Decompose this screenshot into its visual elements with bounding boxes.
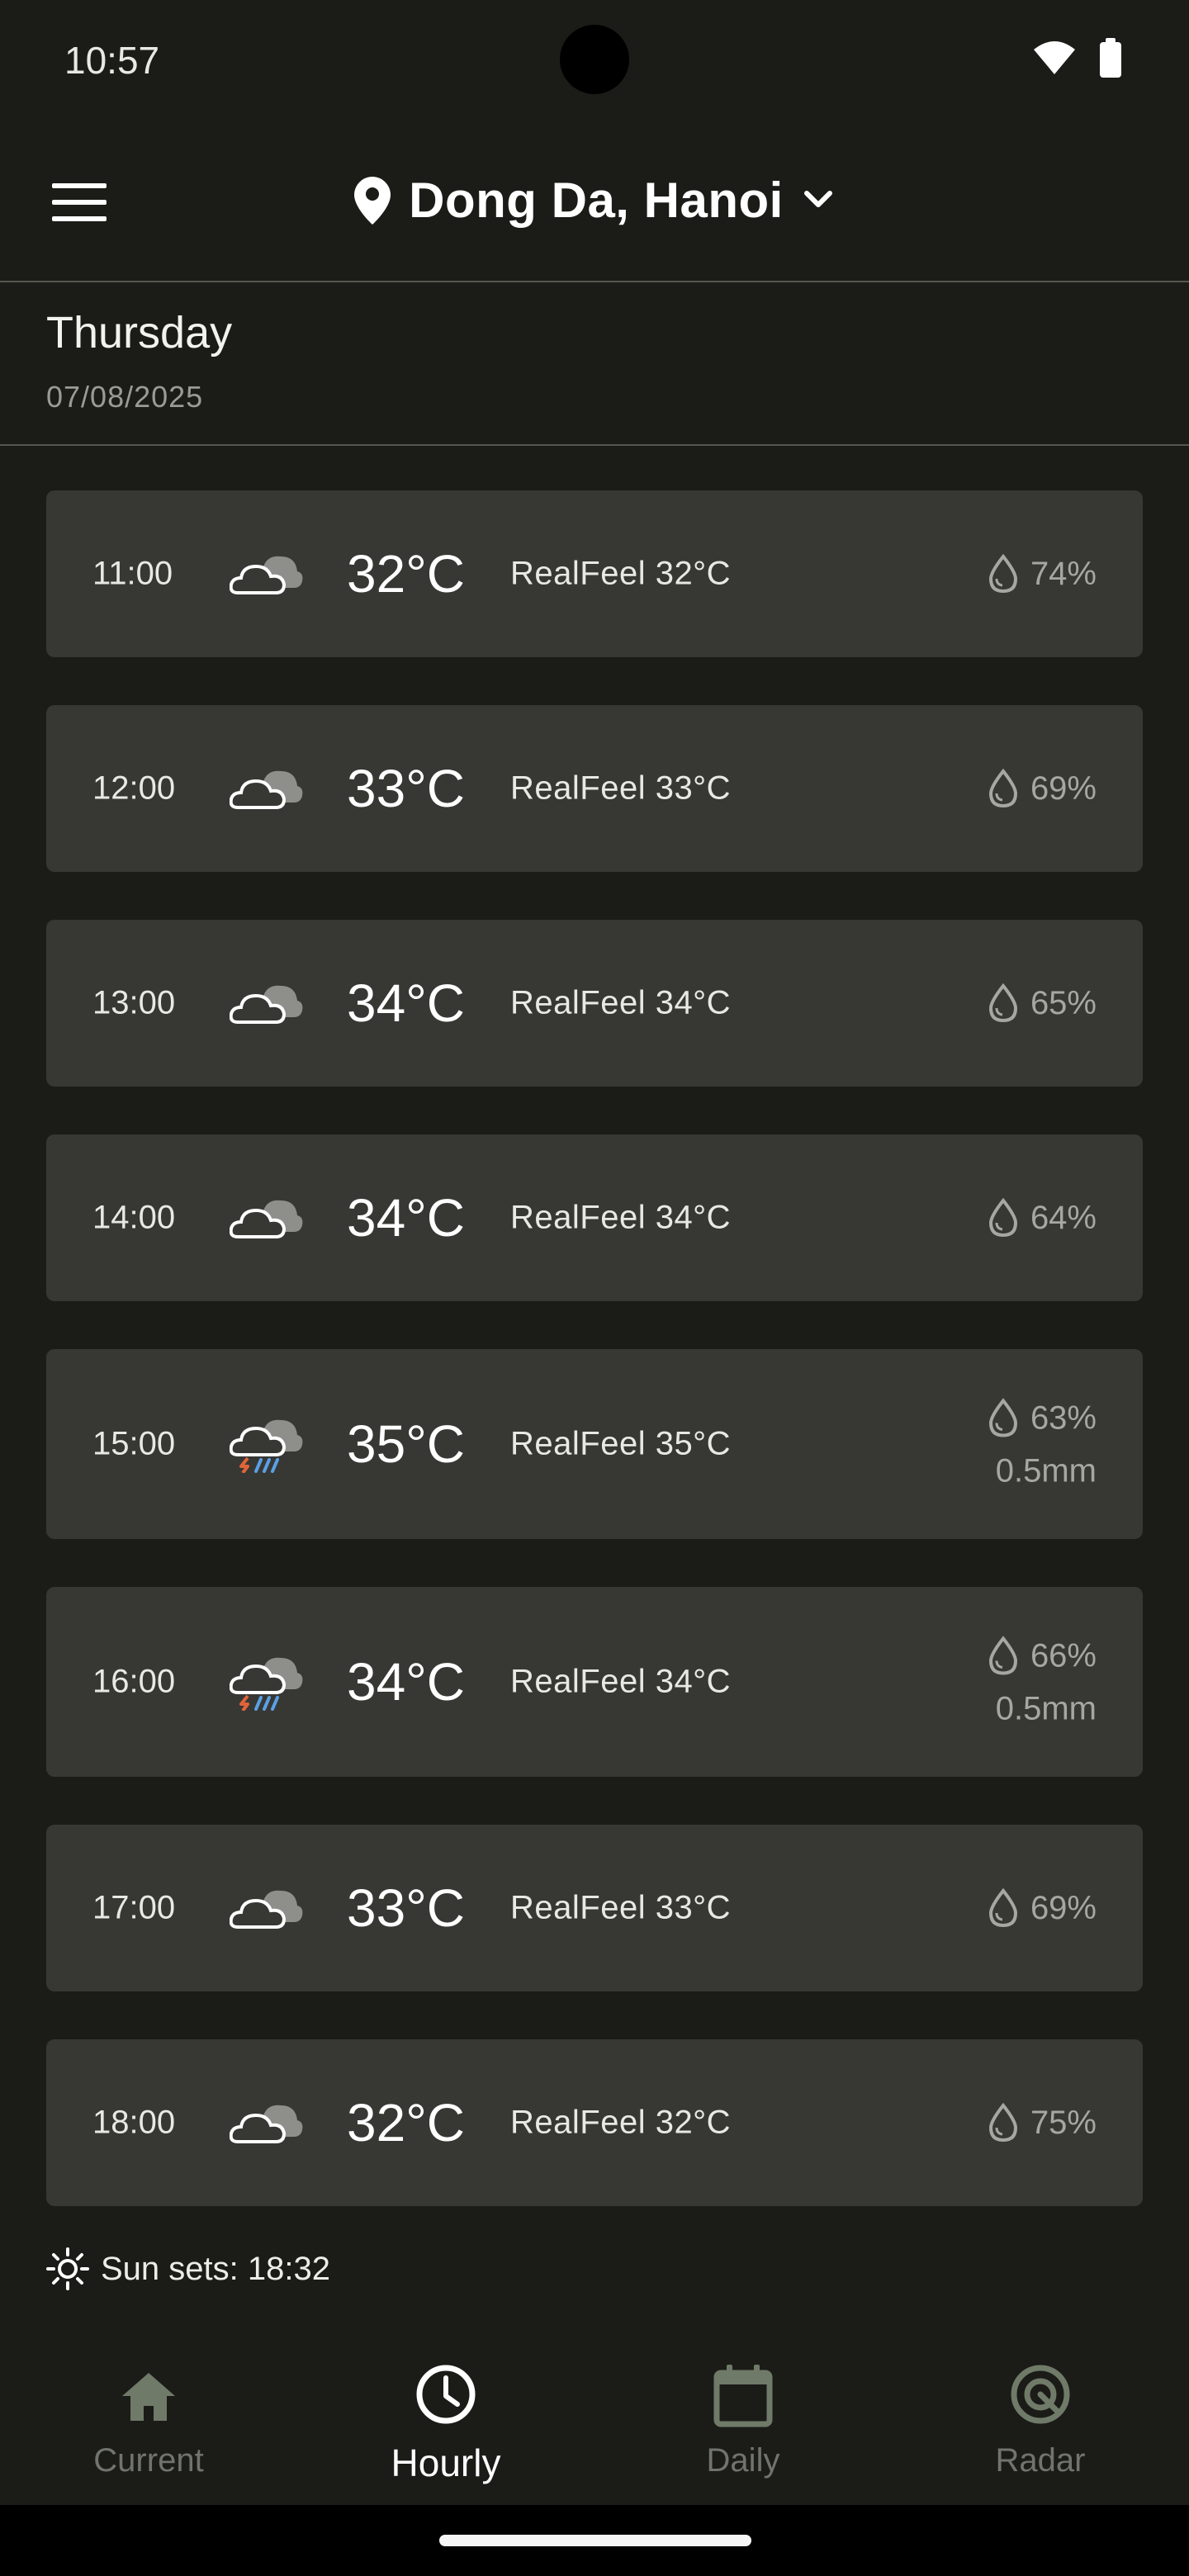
humidity-drop-icon [988,2103,1017,2143]
hour-realfeel: RealFeel 34°C [510,984,732,1021]
hour-precipitation: 0.5mm [995,1690,1097,1727]
nav-item-daily[interactable]: Daily [594,2361,892,2479]
hour-realfeel: RealFeel 33°C [510,769,732,807]
battery-icon [1100,38,1121,78]
chevron-down-icon [803,190,832,207]
cloudy-icon [230,770,303,809]
humidity-drop-icon [988,1888,1017,1928]
hour-time: 13:00 [92,984,176,1021]
hour-time: 12:00 [92,769,176,807]
status-bar: 10:57 [0,0,1189,124]
hour-time: 17:00 [92,1889,176,1926]
hour-time: 11:00 [92,555,173,592]
sunset-text: Sun sets: 18:32 [101,2250,330,2287]
status-icons [1032,38,1123,78]
day-header: Thursday 07/08/2025 [0,282,1189,446]
nav-label-daily: Daily [706,2442,780,2479]
sun-icon [46,2247,89,2290]
sunset-info: Sun sets: 18:32 [46,2247,330,2290]
radar-icon [1011,2365,1070,2424]
home-gesture-bar[interactable] [439,2535,751,2546]
hour-card[interactable]: 15:00 35°C RealFeel 35°C 63% 0.5mm [46,1349,1143,1539]
bottom-navigation: Current Hourly Daily Radar [0,2337,1189,2505]
hour-card[interactable]: 12:00 33°C RealFeel 33°C 69% [46,705,1143,872]
hour-humidity: 65% [1030,984,1097,1021]
cloudy-icon [230,985,303,1024]
gesture-area [0,2505,1189,2576]
hour-card[interactable]: 13:00 34°C RealFeel 34°C 65% [46,920,1143,1087]
hour-humidity: 69% [1030,769,1097,807]
hour-precipitation: 0.5mm [995,1452,1097,1489]
hour-temperature: 32°C [347,544,465,604]
thunderstorm-rain-icon [230,1419,303,1473]
status-time: 10:57 [64,39,160,82]
humidity-drop-icon [988,554,1017,594]
hour-time: 14:00 [92,1199,176,1236]
camera-cutout [560,25,629,94]
nav-item-hourly[interactable]: Hourly [297,2361,594,2485]
thunderstorm-rain-icon [230,1657,303,1711]
hour-temperature: 35°C [347,1414,465,1474]
hour-humidity: 64% [1030,1199,1097,1236]
hour-humidity: 75% [1030,2104,1097,2141]
hour-realfeel: RealFeel 32°C [510,555,732,592]
humidity-drop-icon [988,769,1017,808]
cloudy-icon [230,556,303,594]
nav-item-radar[interactable]: Radar [892,2361,1189,2479]
humidity-drop-icon [988,1636,1017,1675]
location-name: Dong Da, Hanoi [409,173,784,228]
day-date: 07/08/2025 [46,380,204,414]
wifi-icon [1034,41,1075,74]
hour-humidity: 66% [1030,1637,1097,1674]
hourly-list[interactable]: 11:00 32°C RealFeel 32°C 74% 12:00 33°C … [46,490,1143,2254]
nav-label-hourly: Hourly [391,2441,501,2484]
home-icon [122,2373,175,2421]
location-pin-icon [354,176,391,225]
hour-time: 16:00 [92,1663,176,1700]
hour-temperature: 34°C [347,973,465,1033]
hour-temperature: 34°C [347,1188,465,1248]
hour-card[interactable]: 17:00 33°C RealFeel 33°C 69% [46,1825,1143,1991]
cloudy-icon [230,1890,303,1929]
hour-humidity: 74% [1030,555,1097,592]
hour-realfeel: RealFeel 34°C [510,1199,732,1236]
hour-temperature: 32°C [347,2093,465,2152]
clock-icon [416,2365,476,2424]
hour-time: 18:00 [92,2104,176,2141]
cloudy-icon [230,1200,303,1238]
cloudy-icon [230,2105,303,2143]
hour-realfeel: RealFeel 33°C [510,1889,732,1926]
hour-temperature: 33°C [347,1878,465,1938]
nav-label-radar: Radar [995,2442,1086,2479]
hour-time: 15:00 [92,1425,176,1462]
hour-temperature: 33°C [347,759,465,818]
hour-temperature: 34°C [347,1652,465,1712]
hour-card[interactable]: 11:00 32°C RealFeel 32°C 74% [46,490,1143,657]
humidity-drop-icon [988,983,1017,1023]
hour-realfeel: RealFeel 35°C [510,1425,732,1462]
location-selector[interactable]: Dong Da, Hanoi [0,172,1189,229]
hour-card[interactable]: 16:00 34°C RealFeel 34°C 66% 0.5mm [46,1587,1143,1777]
hour-card[interactable]: 18:00 32°C RealFeel 32°C 75% [46,2039,1143,2206]
hour-realfeel: RealFeel 34°C [510,1663,732,1700]
hour-humidity: 69% [1030,1889,1097,1926]
nav-label-current: Current [93,2442,204,2479]
hour-realfeel: RealFeel 32°C [510,2104,732,2141]
day-name: Thursday [46,308,233,358]
nav-item-current[interactable]: Current [0,2361,297,2479]
top-app-bar: Dong Da, Hanoi [0,124,1189,282]
hour-humidity: 63% [1030,1399,1097,1436]
hour-card[interactable]: 14:00 34°C RealFeel 34°C 64% [46,1134,1143,1301]
humidity-drop-icon [988,1398,1017,1437]
calendar-icon [713,2365,773,2427]
humidity-drop-icon [988,1198,1017,1238]
